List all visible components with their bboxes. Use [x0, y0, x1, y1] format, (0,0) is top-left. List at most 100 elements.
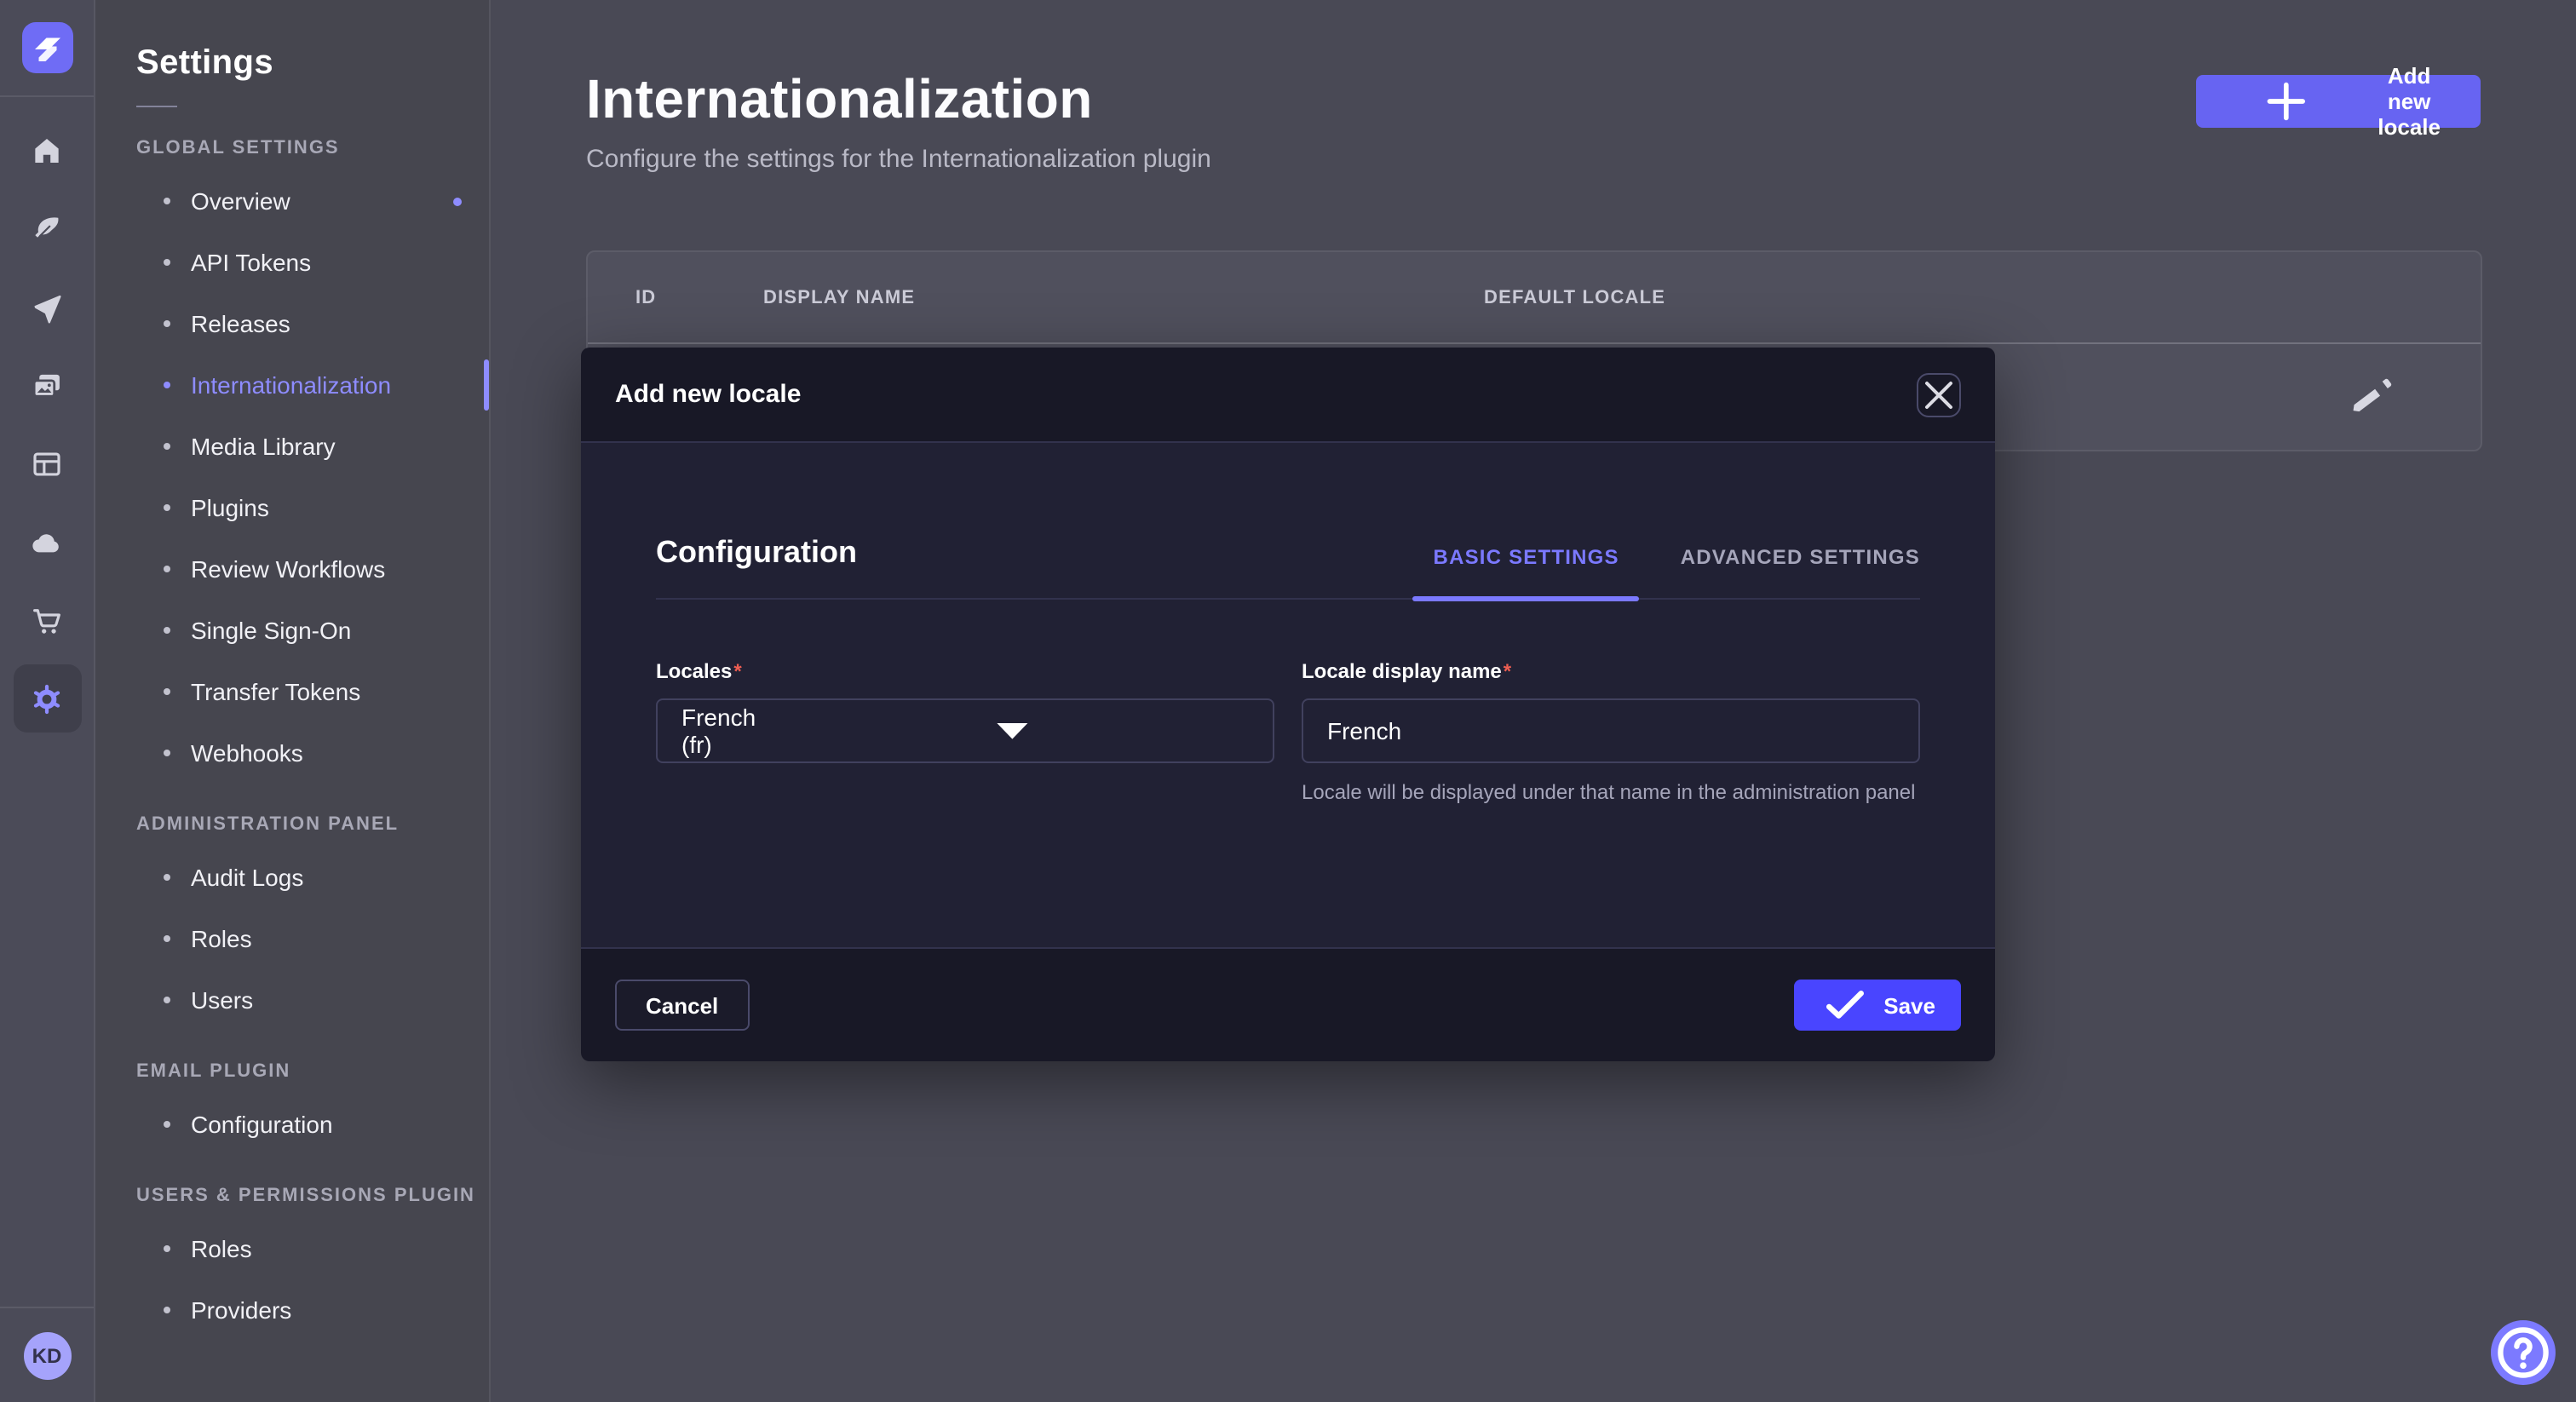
- locales-select-value: French (fr): [681, 704, 774, 758]
- sidebar-item-label: Providers: [191, 1296, 291, 1324]
- close-icon: [1918, 374, 1959, 415]
- configuration-header: Configuration BASIC SETTINGS ADVANCED SET…: [656, 443, 1920, 600]
- bullet-icon: [164, 504, 170, 511]
- bullet-icon: [164, 750, 170, 756]
- bullet-icon: [164, 198, 170, 204]
- bullet-icon: [164, 382, 170, 388]
- sidebar-item-single-sign-on[interactable]: Single Sign-On: [95, 600, 489, 661]
- settings-sidebar: Settings GLOBAL SETTINGS Overview API Toke…: [95, 0, 491, 1402]
- sidebar-item-label: Media Library: [191, 433, 336, 460]
- modal-body: Configuration BASIC SETTINGS ADVANCED SET…: [581, 443, 1995, 947]
- nav-cloud-button[interactable]: [13, 508, 81, 576]
- tab-basic-settings[interactable]: BASIC SETTINGS: [1434, 545, 1619, 598]
- modal-header: Add new locale: [581, 348, 1995, 443]
- notification-dot-icon: [453, 197, 462, 205]
- sidebar-item-users[interactable]: Users: [95, 969, 489, 1031]
- media-icon: [29, 367, 65, 403]
- modal-title: Add new locale: [615, 380, 801, 409]
- nav-media-button[interactable]: [13, 351, 81, 419]
- page-subtitle: Configure the settings for the Internati…: [586, 145, 1211, 174]
- section-label: GLOBAL SETTINGS: [95, 138, 489, 158]
- display-name-hint: Locale will be displayed under that name…: [1302, 779, 1920, 808]
- add-locale-modal: Add new locale Configuration BASIC SETTI…: [581, 348, 1995, 1061]
- settings-tabs: BASIC SETTINGS ADVANCED SETTINGS: [1434, 545, 1920, 598]
- sidebar-item-review-workflows[interactable]: Review Workflows: [95, 538, 489, 600]
- sidebar-item-providers[interactable]: Providers: [95, 1279, 489, 1341]
- modal-footer: Cancel Save: [581, 947, 1995, 1061]
- bullet-icon: [164, 259, 170, 266]
- display-name-field: Locale display name* Locale will be disp…: [1302, 656, 1920, 808]
- sidebar-item-roles[interactable]: Roles: [95, 908, 489, 969]
- sidebar-item-webhooks[interactable]: Webhooks: [95, 722, 489, 784]
- sidebar-item-roles[interactable]: Roles: [95, 1218, 489, 1279]
- add-new-locale-button[interactable]: Add new locale: [2197, 75, 2481, 128]
- sidebar-item-label: Users: [191, 986, 253, 1014]
- sidebar-section: ADMINISTRATION PANEL Audit LogsRoles Users: [95, 814, 489, 1031]
- bullet-icon: [164, 1245, 170, 1252]
- sidebar-item-label: Roles: [191, 1235, 252, 1262]
- check-icon: [1819, 980, 1870, 1031]
- cancel-button[interactable]: Cancel: [615, 980, 749, 1031]
- bullet-icon: [164, 688, 170, 695]
- sidebar-item-audit-logs[interactable]: Audit Logs: [95, 847, 489, 908]
- close-button[interactable]: [1917, 372, 1961, 417]
- column-header: DISPLAY NAME: [763, 287, 1484, 307]
- app-icon-rail: KD: [0, 0, 95, 1402]
- nav-home-button[interactable]: [13, 116, 81, 184]
- sidebar-item-internationalization[interactable]: Internationalization: [95, 354, 489, 416]
- nav-feather-button[interactable]: [13, 194, 81, 262]
- sidebar-item-label: Plugins: [191, 494, 269, 521]
- home-icon: [29, 132, 65, 168]
- column-header: ID: [635, 287, 763, 307]
- edit-locale-button[interactable]: [2346, 371, 2397, 422]
- tab-advanced-settings[interactable]: ADVANCED SETTINGS: [1681, 545, 1920, 598]
- section-label: ADMINISTRATION PANEL: [95, 814, 489, 835]
- sidebar-title: Settings: [136, 44, 489, 83]
- bullet-icon: [164, 443, 170, 450]
- sidebar-item-label: Internationalization: [191, 371, 391, 399]
- nav-paper-plane-button[interactable]: [13, 273, 81, 341]
- configuration-title: Configuration: [656, 535, 857, 598]
- nav-layout-button[interactable]: [13, 429, 81, 497]
- sidebar-item-label: Configuration: [191, 1111, 333, 1138]
- nav-gear-button[interactable]: [13, 664, 81, 733]
- strapi-logo-button[interactable]: [21, 22, 72, 73]
- sidebar-section: USERS & PERMISSIONS PLUGINRolesProviders: [95, 1186, 489, 1341]
- nav-cart-button[interactable]: [13, 586, 81, 654]
- sidebar-item-configuration[interactable]: Configuration: [95, 1094, 489, 1155]
- strapi-admin: KD Settings GLOBAL SETTINGS Overview API T…: [0, 0, 2576, 1402]
- page-header: Internationalization Configure the setti…: [586, 68, 2481, 174]
- sidebar-item-transfer-tokens[interactable]: Transfer Tokens: [95, 661, 489, 722]
- bullet-icon: [164, 997, 170, 1003]
- bullet-icon: [164, 935, 170, 942]
- sidebar-item-label: Overview: [191, 187, 290, 215]
- required-asterisk: *: [1504, 659, 1511, 683]
- sidebar-item-label: Single Sign-On: [191, 617, 351, 644]
- sidebar-item-api-tokens[interactable]: API Tokens: [95, 232, 489, 293]
- sidebar-sections: GLOBAL SETTINGS Overview API TokensRelease…: [95, 138, 489, 1341]
- bullet-icon: [164, 1307, 170, 1313]
- sidebar-section: GLOBAL SETTINGS Overview API TokensRelease…: [95, 138, 489, 784]
- bullet-icon: [164, 320, 170, 327]
- page-title: Internationalization: [586, 68, 1211, 131]
- avatar[interactable]: KD: [23, 1331, 71, 1379]
- save-button[interactable]: Save: [1793, 980, 1961, 1031]
- column-header: DEFAULT LOCALE: [1484, 287, 1665, 307]
- strapi-logo-icon: [21, 22, 72, 73]
- sidebar-item-releases[interactable]: Releases: [95, 293, 489, 354]
- logo-area: [0, 0, 94, 97]
- display-name-input[interactable]: [1302, 698, 1920, 763]
- title-divider: [136, 106, 177, 107]
- display-name-label: Locale display name*: [1302, 659, 1511, 683]
- section-label: EMAIL PLUGIN: [95, 1061, 489, 1082]
- sidebar-item-overview[interactable]: Overview: [95, 170, 489, 232]
- sidebar-item-media-library[interactable]: Media Library: [95, 416, 489, 477]
- required-asterisk: *: [733, 659, 741, 683]
- help-button[interactable]: [2491, 1320, 2556, 1385]
- locales-label: Locales*: [656, 659, 742, 683]
- locales-select[interactable]: French (fr): [656, 698, 1274, 763]
- rail-nav: [0, 116, 94, 733]
- cloud-icon: [29, 524, 65, 560]
- sidebar-item-plugins[interactable]: Plugins: [95, 477, 489, 538]
- locales-field: Locales* French (fr): [656, 656, 1274, 808]
